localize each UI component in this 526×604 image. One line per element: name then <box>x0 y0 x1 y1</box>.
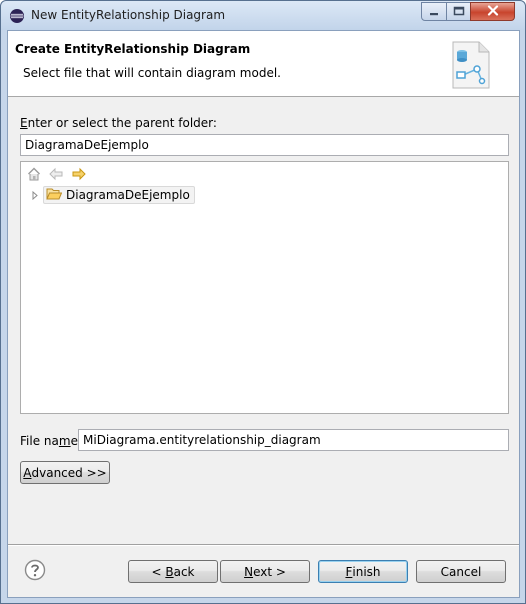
minimize-icon <box>429 5 439 19</box>
button-bar-separator <box>8 544 519 546</box>
finish-button[interactable]: Finish <box>318 560 408 583</box>
next-button[interactable]: Next > <box>220 560 310 583</box>
folder-tree[interactable]: DiagramaDeEjemplo <box>20 161 509 414</box>
forward-arrow-icon[interactable] <box>71 166 87 182</box>
page-description: Select file that will contain diagram mo… <box>23 66 281 80</box>
tree-item-label: DiagramaDeEjemplo <box>66 188 190 202</box>
title-bar[interactable]: New EntityRelationship Diagram <box>1 1 525 30</box>
file-name-label: File name: <box>20 434 82 448</box>
dialog-window: New EntityRelationship Diagram Create En… <box>0 0 526 604</box>
cancel-button[interactable]: Cancel <box>416 560 506 583</box>
minimize-button[interactable] <box>421 2 447 21</box>
tree-item-selection[interactable]: DiagramaDeEjemplo <box>43 186 195 204</box>
page-title: Create EntityRelationship Diagram <box>15 42 251 56</box>
back-arrow-icon[interactable] <box>48 166 64 182</box>
eclipse-icon <box>9 8 25 24</box>
advanced-button[interactable]: Advanced >> <box>20 461 110 484</box>
maximize-icon <box>453 5 465 19</box>
home-icon[interactable] <box>26 166 42 182</box>
diagram-wizard-icon <box>449 39 493 91</box>
help-icon[interactable] <box>24 559 46 581</box>
back-button[interactable]: < Back <box>128 560 218 583</box>
parent-folder-input[interactable]: DiagramaDeEjemplo <box>20 134 509 156</box>
dialog-client-area: Create EntityRelationship Diagram Select… <box>7 30 520 598</box>
tree-item-diagramadeejemplo[interactable]: DiagramaDeEjemplo <box>29 186 195 204</box>
wizard-header: Create EntityRelationship Diagram Select… <box>8 31 519 97</box>
window-title: New EntityRelationship Diagram <box>31 8 226 22</box>
open-folder-icon <box>46 187 63 204</box>
file-name-input[interactable]: MiDiagrama.entityrelationship_diagram <box>78 429 509 451</box>
close-icon <box>487 4 499 19</box>
maximize-button[interactable] <box>446 2 471 21</box>
expand-arrow-icon[interactable] <box>29 189 41 201</box>
parent-folder-label: Enter or select the parent folder: <box>20 116 217 130</box>
close-button[interactable] <box>470 2 515 21</box>
